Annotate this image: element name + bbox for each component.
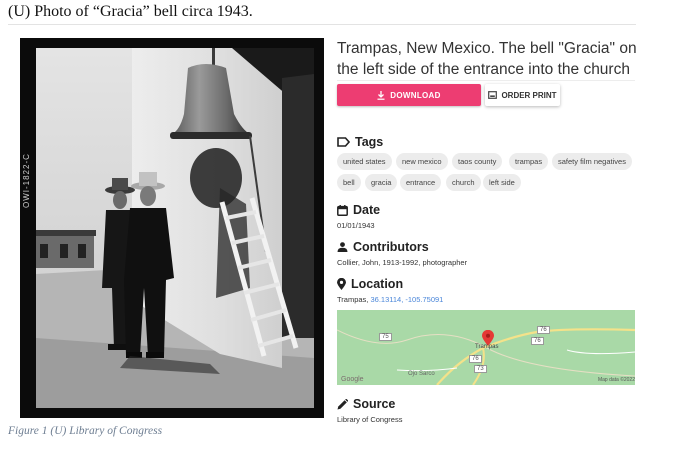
title-divider bbox=[337, 80, 635, 81]
pencil-icon bbox=[337, 398, 348, 409]
heading-divider bbox=[8, 24, 636, 25]
date-heading-label: Date bbox=[353, 203, 381, 217]
order-print-label: ORDER PRINT bbox=[501, 90, 557, 100]
film-margin-text: OWI-1822-C bbox=[22, 153, 31, 208]
map-credit[interactable]: Map data ©2022 bbox=[598, 377, 635, 383]
source-value: Library of Congress bbox=[337, 415, 403, 424]
tag-icon bbox=[337, 137, 350, 147]
date-heading: Date bbox=[337, 203, 380, 217]
contributors-value[interactable]: Collier, John, 1913-1992, photographer bbox=[337, 258, 467, 267]
location-place[interactable]: Trampas, bbox=[337, 295, 368, 304]
location-map[interactable]: 75 76 76 73 76 Ojo Sarco Trampas Google … bbox=[337, 310, 635, 385]
photo-image: OWI-1822-C bbox=[20, 38, 324, 418]
location-coords-link[interactable]: 36.13114, -105.75091 bbox=[371, 295, 444, 304]
photo[interactable]: OWI-1822-C bbox=[20, 38, 324, 418]
photo-caption: Figure 1 (U) Library of Congress bbox=[8, 425, 163, 437]
person-icon bbox=[337, 242, 348, 252]
tags-heading: Tags bbox=[337, 135, 383, 149]
calendar-icon bbox=[337, 204, 348, 216]
map-provider-logo: Google bbox=[341, 376, 364, 383]
download-icon bbox=[377, 90, 385, 100]
map-road-shield: 76 bbox=[531, 337, 544, 345]
tag-chip[interactable]: new mexico bbox=[396, 153, 448, 170]
tag-chip[interactable]: taos county bbox=[452, 153, 503, 170]
location-heading: Location bbox=[337, 277, 403, 291]
tag-chip[interactable]: united states bbox=[337, 153, 392, 170]
tags-heading-label: Tags bbox=[355, 135, 384, 149]
tag-chip[interactable]: trampas bbox=[509, 153, 549, 170]
record-title: Trampas, New Mexico. The bell "Gracia" o… bbox=[337, 40, 637, 78]
source-heading: Source bbox=[337, 397, 395, 411]
map-road-shield: 75 bbox=[379, 333, 392, 341]
map-road-shield: 76 bbox=[469, 355, 482, 363]
location-heading-label: Location bbox=[351, 277, 404, 291]
tag-chip[interactable]: safety film negatives bbox=[552, 153, 632, 170]
map-road-shield: 76 bbox=[537, 326, 550, 334]
document-heading: (U) Photo of “Gracia” bell circa 1943. bbox=[8, 3, 253, 20]
tag-chip[interactable]: church bbox=[446, 174, 481, 191]
tag-chip[interactable]: left side bbox=[483, 174, 521, 191]
source-heading-label: Source bbox=[353, 397, 396, 411]
tag-chip[interactable]: entrance bbox=[400, 174, 442, 191]
map-pin-icon bbox=[337, 278, 346, 290]
map-place-label: Ojo Sarco bbox=[408, 371, 435, 377]
map-road-shield: 73 bbox=[474, 365, 487, 373]
tag-chip[interactable]: gracia bbox=[365, 174, 398, 191]
contributors-heading-label: Contributors bbox=[353, 240, 429, 254]
map-town-label: Trampas bbox=[475, 344, 499, 350]
tag-chip[interactable]: bell bbox=[337, 174, 361, 191]
print-frame-icon bbox=[488, 91, 498, 99]
location-value: Trampas, 36.13114, -105.75091 bbox=[337, 295, 443, 304]
order-print-button[interactable]: ORDER PRINT bbox=[485, 84, 560, 106]
contributors-heading: Contributors bbox=[337, 240, 429, 254]
download-label: DOWNLOAD bbox=[390, 90, 441, 100]
download-button[interactable]: DOWNLOAD bbox=[337, 84, 481, 106]
date-value: 01/01/1943 bbox=[337, 221, 375, 230]
